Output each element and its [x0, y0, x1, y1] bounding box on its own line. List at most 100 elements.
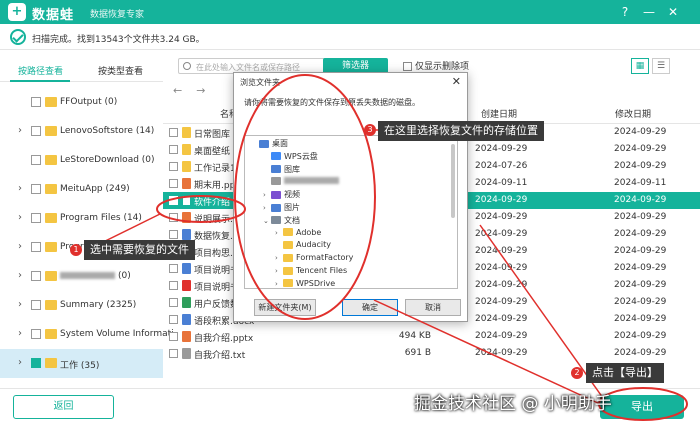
- tree-item-checkbox[interactable]: [31, 184, 41, 194]
- help-icon[interactable]: ?: [616, 3, 634, 21]
- dialog-tree-node[interactable]: › 图片: [263, 202, 300, 215]
- dialog-title: 浏览文件夹: [240, 78, 280, 87]
- dialog-scrollbar[interactable]: [451, 144, 455, 218]
- tree-item-checkbox[interactable]: [31, 155, 41, 165]
- dialog-tree-node[interactable]: Audacity: [275, 240, 331, 253]
- tree-item[interactable]: › MeituApp (249): [0, 175, 163, 204]
- dialog-tree-node[interactable]: 图库: [263, 164, 300, 177]
- tree-item-checkbox[interactable]: [31, 271, 41, 281]
- back-button[interactable]: 返回: [13, 395, 114, 419]
- dialog-tree-node[interactable]: › Tencent Files: [275, 266, 347, 279]
- step-1-badge: 1: [70, 244, 82, 256]
- step-2-callout: 点击【导出】: [586, 363, 664, 383]
- file-created: 2024-07-26: [475, 161, 528, 171]
- tree-item-checkbox[interactable]: [31, 300, 41, 310]
- row-checkbox[interactable]: [169, 315, 178, 324]
- row-checkbox[interactable]: [169, 213, 178, 222]
- only-deleted-checkbox[interactable]: [403, 62, 412, 71]
- folder-icon: [45, 97, 57, 107]
- dialog-tree-node[interactable]: › 视频: [263, 189, 300, 202]
- step-2-badge: 2: [571, 367, 583, 379]
- tree-item-checkbox[interactable]: [31, 213, 41, 223]
- row-checkbox[interactable]: [169, 230, 178, 239]
- file-size: 494 KB: [398, 331, 431, 341]
- tree-item[interactable]: FFOutput (0): [0, 88, 163, 117]
- tree-item[interactable]: › (0): [0, 262, 163, 291]
- row-checkbox[interactable]: [169, 128, 178, 137]
- chevron-icon[interactable]: ›: [275, 267, 283, 275]
- folder-icon: [45, 300, 57, 310]
- folder-tree: FFOutput (0) › LenovoSoftstore (14) LeStore…: [0, 88, 177, 378]
- row-checkbox[interactable]: [169, 145, 178, 154]
- chevron-right-icon[interactable]: ›: [18, 299, 22, 310]
- chevron-right-icon[interactable]: ›: [18, 212, 22, 223]
- row-checkbox[interactable]: [169, 179, 178, 188]
- folder-icon: [45, 271, 57, 281]
- tree-item-checkbox[interactable]: [31, 242, 41, 252]
- dialog-tree-node[interactable]: › FormatFactory: [275, 253, 353, 266]
- close-icon[interactable]: ✕: [664, 3, 682, 21]
- dialog-tree-node[interactable]: › WPSDrive: [275, 279, 335, 288]
- tab-by-type[interactable]: 按类型查看: [98, 64, 143, 77]
- dialog-tree-node[interactable]: [263, 176, 342, 189]
- chevron-icon[interactable]: ›: [275, 254, 283, 262]
- tree-item[interactable]: › Program Files (14): [0, 204, 163, 233]
- tree-item-checkbox[interactable]: [31, 97, 41, 107]
- dialog-tree-label: 文档: [284, 215, 300, 225]
- dialog-ok-button[interactable]: 确定: [342, 299, 398, 316]
- tree-item[interactable]: › LenovoSoftstore (14): [0, 117, 163, 146]
- nav-arrows-icon[interactable]: ←→: [173, 84, 219, 97]
- row-checkbox[interactable]: [169, 349, 178, 358]
- tree-item-checkbox[interactable]: [31, 358, 41, 368]
- chevron-right-icon[interactable]: ›: [18, 270, 22, 281]
- file-created: 2024-09-29: [475, 280, 528, 290]
- folder-icon: [45, 358, 57, 368]
- chevron-right-icon[interactable]: ›: [18, 328, 22, 339]
- dialog-tree-label: 视频: [284, 190, 300, 200]
- only-deleted-toggle[interactable]: 仅显示删除项: [403, 59, 469, 72]
- new-folder-button[interactable]: 新建文件夹(M): [254, 299, 316, 316]
- tree-item-checkbox[interactable]: [31, 126, 41, 136]
- chevron-right-icon[interactable]: ›: [18, 241, 22, 252]
- tab-by-path[interactable]: 按路径查看: [18, 64, 63, 77]
- row-checkbox[interactable]: [169, 162, 178, 171]
- dialog-close-icon[interactable]: ✕: [452, 75, 461, 88]
- chevron-icon[interactable]: ⌄: [263, 217, 271, 225]
- chevron-right-icon[interactable]: ›: [18, 125, 22, 136]
- file-created: 2024-09-29: [475, 331, 528, 341]
- col-modified[interactable]: 修改日期: [615, 107, 651, 120]
- step-3-callout: 在这里选择恢复文件的存储位置: [378, 121, 544, 141]
- dialog-tree-label: WPS云盘: [284, 151, 318, 161]
- chevron-right-icon[interactable]: ›: [18, 183, 22, 194]
- file-icon: [182, 161, 191, 172]
- col-created[interactable]: 创建日期: [481, 107, 517, 120]
- chevron-right-icon[interactable]: ›: [18, 357, 22, 368]
- row-checkbox[interactable]: [169, 281, 178, 290]
- tree-item[interactable]: › 工作 (35): [0, 349, 163, 378]
- dialog-tree-node[interactable]: 桌面: [251, 138, 288, 151]
- chevron-icon[interactable]: ›: [275, 229, 283, 237]
- dialog-tree-node[interactable]: WPS云盘: [263, 151, 318, 164]
- table-row[interactable]: 自我介绍.pptx 494 KB 2024-09-29 2024-09-29: [163, 328, 700, 345]
- tree-item[interactable]: › System Volume Informati: [0, 320, 174, 349]
- table-row[interactable]: 自我介绍.txt 691 B 2024-09-29 2024-09-29: [163, 345, 700, 362]
- file-icon: [182, 144, 191, 155]
- row-checkbox[interactable]: [169, 196, 178, 205]
- minimize-icon[interactable]: —: [640, 3, 658, 21]
- dialog-cancel-button[interactable]: 取消: [405, 299, 461, 316]
- dialog-tree-node[interactable]: ⌄ 文档: [263, 215, 300, 228]
- row-checkbox[interactable]: [169, 332, 178, 341]
- chevron-icon[interactable]: ›: [275, 280, 283, 288]
- row-checkbox[interactable]: [169, 264, 178, 273]
- file-size: 691 B: [404, 348, 431, 358]
- grid-view-icon[interactable]: ▦: [631, 58, 649, 74]
- tree-item-checkbox[interactable]: [31, 329, 41, 339]
- list-view-icon[interactable]: ☰: [652, 58, 670, 74]
- tree-item[interactable]: LeStoreDownload (0): [0, 146, 163, 175]
- chevron-icon[interactable]: ›: [263, 191, 271, 199]
- export-button[interactable]: 导出: [600, 395, 684, 419]
- tree-item[interactable]: › Summary (2325): [0, 291, 163, 320]
- row-checkbox[interactable]: [169, 298, 178, 307]
- chevron-icon[interactable]: ›: [263, 204, 271, 212]
- dialog-tree-node[interactable]: › Adobe: [275, 228, 321, 241]
